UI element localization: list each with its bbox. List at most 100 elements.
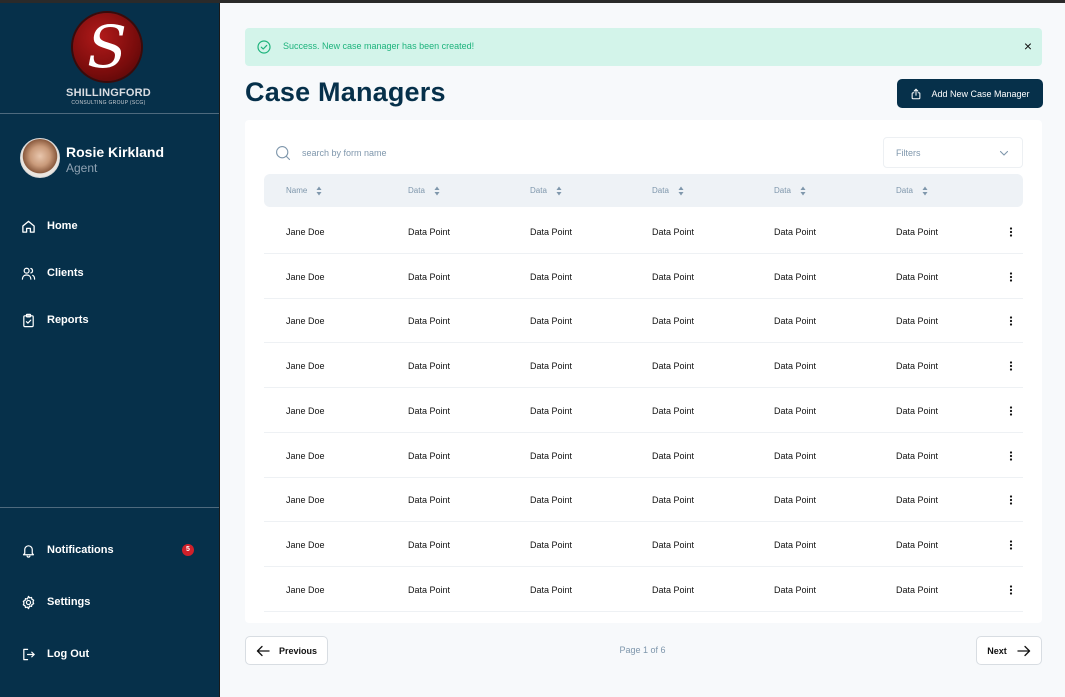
add-button-label: Add New Case Manager	[931, 88, 1030, 99]
cell-data: Data Point	[408, 450, 451, 461]
profile-name: Rosie Kirkland	[66, 144, 165, 160]
sidebar-item-label: Clients	[47, 267, 84, 279]
cell-data: Data Point	[774, 539, 817, 550]
check-circle-icon	[257, 40, 271, 54]
cell-data: Data Point	[530, 405, 573, 416]
cell-data: Data Point	[774, 316, 817, 327]
cell-name: Jane Doe	[286, 316, 325, 327]
column-header-label: Data	[408, 186, 425, 195]
more-options-icon[interactable]	[1004, 583, 1018, 597]
column-header-data-2[interactable]: Data	[530, 174, 562, 207]
column-header-label: Data	[896, 186, 913, 195]
table-row[interactable]: Jane Doe Data Point Data Point Data Point Da…	[264, 210, 1023, 254]
arrow-left-icon	[256, 645, 270, 656]
logout-icon	[20, 646, 36, 662]
cell-data: Data Point	[896, 405, 939, 416]
cell-data: Data Point	[774, 450, 817, 461]
cell-data: Data Point	[774, 361, 817, 372]
sidebar-item-settings[interactable]: Settings	[20, 590, 200, 614]
sort-icon	[922, 186, 928, 195]
cell-data: Data Point	[896, 450, 939, 461]
column-header-label: Data	[530, 186, 547, 195]
sort-icon	[434, 186, 440, 195]
more-options-icon[interactable]	[1004, 270, 1018, 284]
sidebar-item-logout[interactable]: Log Out	[20, 642, 200, 666]
cell-data: Data Point	[652, 316, 695, 327]
search-icon	[276, 146, 291, 161]
arrow-right-icon	[1017, 645, 1030, 656]
home-icon	[20, 218, 36, 234]
chevron-down-icon	[999, 150, 1009, 156]
cell-data: Data Point	[530, 316, 573, 327]
more-options-icon[interactable]	[1004, 538, 1018, 552]
user-profile[interactable]: Rosie Kirkland Agent	[20, 138, 210, 180]
cell-name: Jane Doe	[286, 539, 325, 550]
column-header-data-5[interactable]: Data	[896, 174, 928, 207]
column-header-data-1[interactable]: Data	[408, 174, 440, 207]
cell-data: Data Point	[774, 584, 817, 595]
table-header: Name Data Data Data Data Data	[264, 174, 1023, 207]
cell-data: Data Point	[896, 495, 939, 506]
success-alert: Success. New case manager has been creat…	[245, 28, 1042, 66]
table-row[interactable]: Jane Doe Data Point Data Point Data Point Da…	[264, 434, 1023, 478]
search-input[interactable]	[302, 148, 502, 158]
previous-page-button[interactable]: Previous	[245, 636, 328, 665]
cell-data: Data Point	[530, 539, 573, 550]
column-header-name[interactable]: Name	[286, 174, 322, 207]
column-header-data-4[interactable]: Data	[774, 174, 806, 207]
sidebar-item-label: Home	[47, 220, 78, 232]
table-row[interactable]: Jane Doe Data Point Data Point Data Point Da…	[264, 299, 1023, 344]
gear-icon	[20, 594, 36, 610]
column-header-label: Name	[286, 186, 308, 195]
table-row[interactable]: Jane Doe Data Point Data Point Data Point Da…	[264, 344, 1023, 389]
table-row[interactable]: Jane Doe Data Point Data Point Data Point Da…	[264, 255, 1023, 299]
brand-logo[interactable]: S SHILLINGFORD CONSULTING GROUP (SCG)	[0, 3, 219, 113]
next-label: Next	[987, 645, 1007, 656]
column-header-data-3[interactable]: Data	[652, 174, 684, 207]
cell-data: Data Point	[408, 316, 451, 327]
sidebar-item-reports[interactable]: Reports	[20, 308, 200, 332]
sidebar-item-clients[interactable]: Clients	[20, 261, 200, 285]
cell-data: Data Point	[652, 495, 695, 506]
cell-data: Data Point	[652, 584, 695, 595]
sidebar-item-label: Log Out	[47, 648, 90, 660]
more-options-icon[interactable]	[1004, 493, 1018, 507]
cell-name: Jane Doe	[286, 271, 325, 282]
cell-data: Data Point	[652, 405, 695, 416]
more-options-icon[interactable]	[1004, 359, 1018, 373]
table-row[interactable]: Jane Doe Data Point Data Point Data Point Da…	[264, 389, 1023, 433]
profile-role: Agent	[66, 161, 98, 175]
cell-data: Data Point	[530, 361, 573, 372]
more-options-icon[interactable]	[1004, 404, 1018, 418]
more-options-icon[interactable]	[1004, 314, 1018, 328]
cell-data: Data Point	[774, 227, 817, 237]
cell-data: Data Point	[896, 361, 939, 372]
cell-data: Data Point	[896, 227, 939, 237]
cell-data: Data Point	[408, 539, 451, 550]
filters-dropdown[interactable]: Filters	[883, 137, 1023, 168]
table-row[interactable]: Jane Doe Data Point Data Point Data Point Da…	[264, 478, 1023, 523]
sidebar-item-label: Reports	[47, 314, 89, 326]
logo-letter: S	[87, 13, 127, 81]
sidebar-item-notifications[interactable]: Notifications 5	[20, 538, 200, 562]
sidebar-item-home[interactable]: Home	[20, 214, 200, 238]
cell-data: Data Point	[896, 271, 939, 282]
cell-data: Data Point	[408, 405, 451, 416]
close-icon[interactable]: ×	[1021, 38, 1035, 54]
table-row[interactable]: Jane Doe Data Point Data Point Data Point Da…	[264, 568, 1023, 612]
cell-data: Data Point	[652, 450, 695, 461]
table-row[interactable]: Jane Doe Data Point Data Point Data Point Da…	[264, 523, 1023, 567]
cell-data: Data Point	[530, 450, 573, 461]
add-case-manager-button[interactable]: Add New Case Manager	[897, 79, 1043, 108]
cell-data: Data Point	[408, 361, 451, 372]
previous-label: Previous	[278, 645, 318, 656]
cell-name: Jane Doe	[286, 227, 325, 237]
cell-data: Data Point	[896, 316, 939, 327]
cell-data: Data Point	[530, 271, 573, 282]
cell-data: Data Point	[408, 227, 451, 237]
cell-name: Jane Doe	[286, 361, 325, 372]
cell-data: Data Point	[652, 271, 695, 282]
more-options-icon[interactable]	[1004, 449, 1018, 463]
more-options-icon[interactable]	[1004, 225, 1018, 239]
next-page-button[interactable]: Next	[976, 636, 1042, 665]
